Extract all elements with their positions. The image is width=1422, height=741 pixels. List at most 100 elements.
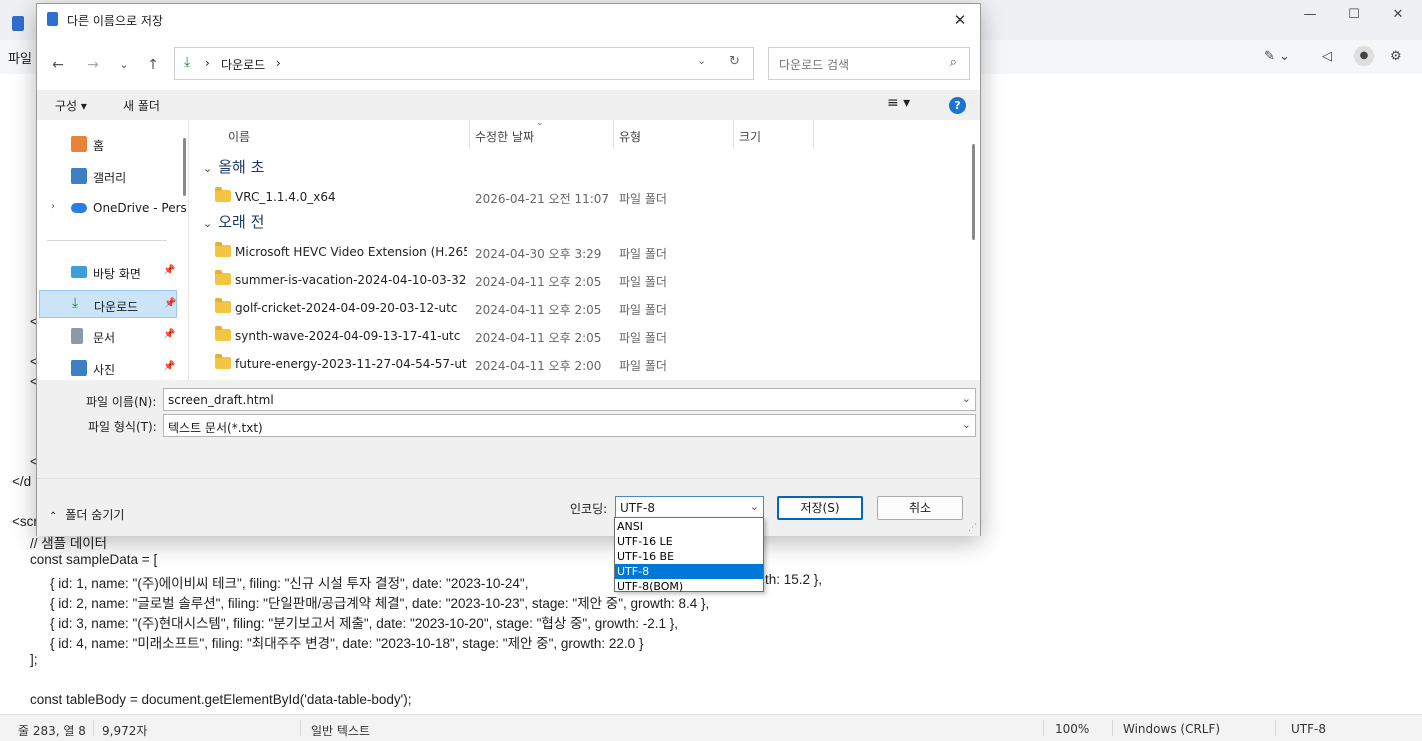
address-separator[interactable]: › — [205, 56, 210, 70]
file-list-scrollbar[interactable] — [972, 144, 975, 240]
hide-folders-label: 폴더 숨기기 — [65, 508, 125, 522]
code-line: ]; — [30, 652, 38, 667]
column-divider[interactable] — [733, 120, 734, 148]
encoding-option-selected[interactable]: UTF-8 — [615, 564, 763, 579]
file-type: 파일 폴더 — [619, 359, 667, 373]
group-header-long-ago[interactable]: ⌄ 오래 전 — [203, 211, 264, 232]
filename-value: screen_draft.html — [168, 393, 274, 407]
status-zoom[interactable]: 100% — [1055, 722, 1089, 736]
code-line: { id: 4, name: "미래소프트", filing: "최대주주 변경… — [50, 636, 644, 651]
file-row[interactable]: VRC_1.1.4.0_x64 2026-04-21 오전 11:07 파일 폴… — [193, 182, 963, 210]
refresh-icon[interactable]: ↻ — [729, 54, 740, 69]
new-folder-button[interactable]: 새 폴더 — [123, 97, 160, 114]
close-window-button[interactable]: ✕ — [1376, 4, 1420, 26]
column-divider[interactable] — [613, 120, 614, 148]
chevron-down-icon[interactable]: ⌄ — [962, 418, 971, 431]
file-date: 2026-04-21 오전 11:07 — [475, 192, 610, 206]
status-divider — [1275, 720, 1276, 736]
search-icon: ⌕ — [949, 55, 957, 70]
file-list: 이름 수정한 날짜 ⌄ 유형 크기 ⌄ 올해 초 VRC_1.1.4.0_x64 … — [193, 118, 979, 380]
hide-folders-toggle[interactable]: ⌃ 폴더 숨기기 — [49, 506, 124, 523]
maximize-button[interactable]: ☐ — [1332, 4, 1376, 26]
nav-item-gallery[interactable]: 갤러리 — [39, 162, 177, 190]
pin-icon: 📌 — [164, 298, 177, 309]
address-history-chevron-icon[interactable]: ⌄ — [697, 54, 706, 67]
code-line: <scr — [12, 514, 38, 529]
dialog-close-button[interactable]: ✕ — [946, 8, 974, 32]
folder-icon — [215, 326, 231, 341]
save-button[interactable]: 저장(S) — [777, 496, 863, 520]
search-placeholder: 다운로드 검색 — [779, 58, 850, 72]
file-row[interactable]: synth-wave-2024-04-09-13-17-41-utc 2024-… — [193, 321, 963, 349]
nav-item-home[interactable]: 홈 — [39, 130, 177, 158]
nav-item-pictures[interactable]: 사진 📌 — [39, 354, 177, 382]
address-separator[interactable]: › — [276, 56, 281, 70]
column-divider[interactable] — [469, 120, 470, 148]
folder-icon — [215, 270, 231, 285]
nav-item-downloads[interactable]: ⤓ 다운로드 📌 — [39, 290, 177, 318]
up-arrow-icon[interactable]: ↑ — [142, 54, 164, 76]
address-bar[interactable]: ⤓ › 다운로드 › ⌄ ↻ — [174, 47, 754, 80]
sort-chevron-icon: ⌄ — [536, 118, 544, 128]
notification-icon[interactable]: ◁ — [1322, 46, 1332, 68]
nav-item-documents[interactable]: 문서 📌 — [39, 322, 177, 350]
help-icon[interactable]: ? — [949, 97, 966, 114]
encoding-option[interactable]: UTF-16 BE — [615, 549, 763, 564]
onedrive-cloud-icon — [71, 203, 87, 213]
organize-button[interactable]: 구성 ▾ — [55, 97, 87, 114]
dialog-title: 다른 이름으로 저장 — [67, 14, 163, 28]
nav-item-desktop[interactable]: 바탕 화면 📌 — [39, 258, 177, 286]
resize-grip-icon[interactable]: ⋰ — [968, 523, 977, 533]
group-label: 오래 전 — [218, 213, 265, 231]
account-icon[interactable]: ● — [1354, 46, 1374, 66]
breadcrumb-downloads[interactable]: 다운로드 — [221, 56, 265, 73]
expand-chevron-icon[interactable]: › — [51, 201, 55, 212]
filename-input[interactable]: screen_draft.html ⌄ — [163, 388, 976, 411]
nav-item-onedrive[interactable]: › OneDrive - Pers — [39, 194, 187, 222]
file-name: future-energy-2023-11-27-04-54-57-utc — [235, 357, 467, 371]
file-row[interactable]: Microsoft HEVC Video Extension (H.265...… — [193, 237, 963, 265]
status-bar: 줄 283, 열 8 9,972자 일반 텍스트 100% Windows (C… — [0, 714, 1422, 741]
column-header-size[interactable]: 크기 — [739, 128, 761, 145]
view-options-icon[interactable]: ≡ ▾ — [887, 95, 910, 111]
encoding-option[interactable]: UTF-16 LE — [615, 534, 763, 549]
nav-item-label: 문서 — [93, 331, 116, 345]
cancel-button[interactable]: 취소 — [877, 496, 963, 520]
column-header-date[interactable]: 수정한 날짜 — [475, 128, 534, 145]
nav-item-label: 홈 — [93, 139, 105, 153]
navigation-pane: 홈 갤러리 › OneDrive - Pers 바탕 화면 📌 ⤓ 다운로드 📌 — [37, 120, 189, 380]
search-box[interactable]: 다운로드 검색 ⌕ — [768, 47, 970, 80]
column-header-name[interactable]: 이름 — [228, 128, 250, 145]
file-date: 2024-04-30 오후 3:29 — [475, 247, 602, 261]
encoding-option[interactable]: UTF-8(BOM) — [615, 579, 763, 594]
column-header-type[interactable]: 유형 — [619, 128, 641, 145]
encoding-value: UTF-8 — [620, 501, 655, 515]
menu-file[interactable]: 파일 — [8, 48, 32, 67]
minimize-button[interactable]: — — [1288, 4, 1332, 26]
file-row[interactable]: summer-is-vacation-2024-04-10-03-32... 2… — [193, 265, 963, 293]
column-divider[interactable] — [813, 120, 814, 148]
back-arrow-icon[interactable]: ← — [47, 54, 69, 76]
file-date: 2024-04-11 오후 2:05 — [475, 275, 602, 289]
encoding-option[interactable]: ANSI — [615, 519, 763, 534]
recent-locations-chevron-icon[interactable]: ⌄ — [113, 54, 135, 76]
save-as-dialog: 다른 이름으로 저장 ✕ ← → ⌄ ↑ ⤓ › 다운로드 › ⌄ ↻ 다운로드… — [36, 3, 981, 536]
encoding-select[interactable]: UTF-8 ⌄ — [615, 496, 764, 519]
folder-icon — [215, 242, 231, 257]
dialog-body: 홈 갤러리 › OneDrive - Pers 바탕 화면 📌 ⤓ 다운로드 📌 — [37, 118, 980, 380]
copilot-icon[interactable]: ✎ ⌄ — [1264, 46, 1290, 68]
settings-gear-icon[interactable]: ⚙ — [1390, 46, 1402, 68]
group-header-this-year[interactable]: ⌄ 올해 초 — [203, 156, 264, 177]
nav-pane-scrollbar[interactable] — [183, 138, 186, 196]
filetype-value: 텍스트 문서(*.txt) — [168, 421, 263, 435]
file-row[interactable]: future-energy-2023-11-27-04-54-57-utc 20… — [193, 349, 963, 377]
status-encoding[interactable]: UTF-8 — [1291, 722, 1326, 736]
status-line-ending[interactable]: Windows (CRLF) — [1123, 722, 1220, 736]
filetype-select[interactable]: 텍스트 문서(*.txt) ⌄ — [163, 414, 976, 437]
forward-arrow-icon[interactable]: → — [82, 54, 104, 76]
dialog-navigation-bar: ← → ⌄ ↑ ⤓ › 다운로드 › ⌄ ↻ 다운로드 검색 ⌕ — [37, 36, 980, 90]
folder-icon — [215, 354, 231, 369]
chevron-down-icon[interactable]: ⌄ — [962, 392, 971, 405]
file-row[interactable]: golf-cricket-2024-04-09-20-03-12-utc 202… — [193, 293, 963, 321]
chevron-down-icon[interactable]: ⌄ — [750, 500, 759, 513]
